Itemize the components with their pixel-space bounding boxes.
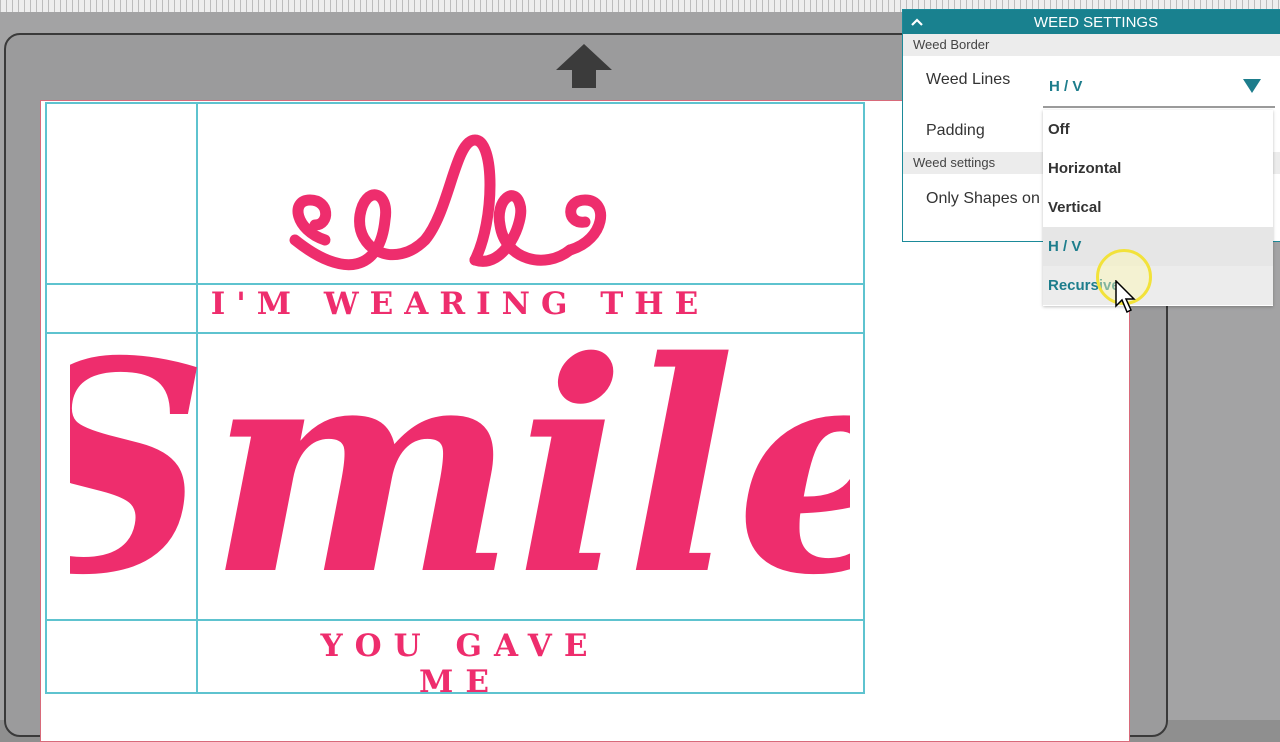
weed-lines-dropdown: Off Horizontal Vertical H / V Recursive [1043, 110, 1273, 306]
weed-line [45, 102, 865, 104]
up-arrow-icon[interactable] [556, 44, 612, 88]
weed-lines-label: Weed Lines [926, 71, 1011, 88]
weed-line [45, 283, 865, 285]
weed-lines-select[interactable]: H / V [1043, 66, 1275, 108]
panel-header[interactable]: WEED SETTINGS [903, 10, 1280, 34]
option-horizontal[interactable]: Horizontal [1043, 149, 1273, 188]
option-vertical[interactable]: Vertical [1043, 188, 1273, 227]
padding-label: Padding [926, 122, 985, 139]
swirl-flourish [289, 134, 606, 271]
svg-text:Smile: Smile [70, 320, 850, 620]
weed-line [45, 102, 47, 694]
design-text-main: Smile [70, 320, 850, 620]
option-hv[interactable]: H / V [1043, 227, 1273, 266]
weed-lines-value: H / V [1049, 78, 1083, 95]
panel-title: WEED SETTINGS [1033, 13, 1159, 31]
caret-down-icon[interactable] [1243, 78, 1261, 94]
section-weed-border: Weed Border [903, 34, 1280, 56]
weed-line [863, 102, 865, 694]
design-text-bottom: YOU GAVE ME [320, 628, 600, 700]
option-off[interactable]: Off [1043, 110, 1273, 149]
design-text-top: I'M WEARING THE [210, 286, 710, 322]
mouse-pointer-icon [1115, 280, 1136, 314]
option-recursive[interactable]: Recursive [1043, 266, 1273, 305]
only-shapes-label: Only Shapes on [926, 190, 1040, 207]
chevron-up-icon[interactable] [909, 14, 925, 30]
